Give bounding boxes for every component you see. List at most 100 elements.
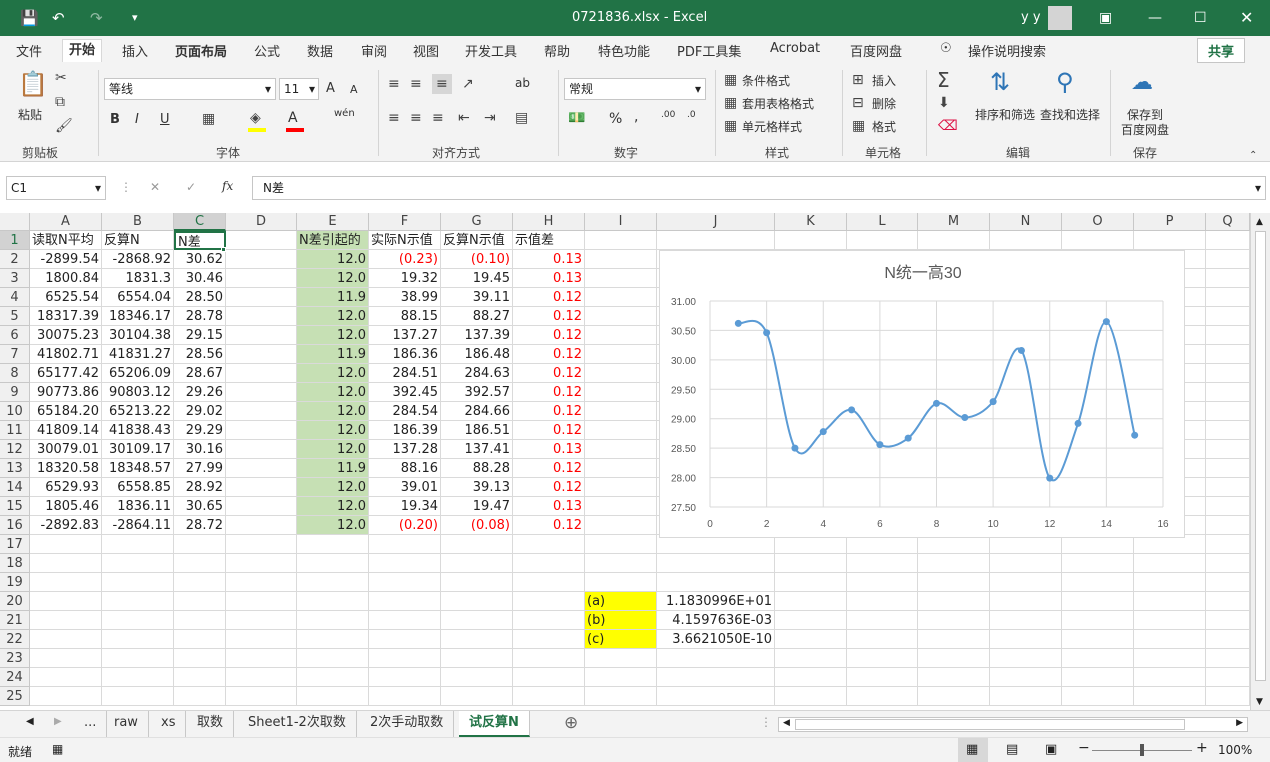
column-header-I[interactable]: I [585,213,657,231]
cell[interactable] [1206,269,1250,288]
cell[interactable]: -2864.11 [102,516,174,535]
cell[interactable]: -2892.83 [30,516,102,535]
cell[interactable] [1062,668,1134,687]
cell[interactable] [1206,326,1250,345]
coef-label[interactable]: (a) [585,592,657,611]
cell[interactable]: 30.65 [174,497,226,516]
coef-value[interactable]: 3.6621050E-10 [657,630,775,649]
decrease-indent-icon[interactable]: ⇤ [458,110,470,126]
cell-styles-button[interactable]: 单元格样式 [742,118,802,135]
column-header-G[interactable]: G [441,213,513,231]
cell[interactable]: 27.99 [174,459,226,478]
cell[interactable]: 6525.54 [30,288,102,307]
cell[interactable]: 0.12 [513,307,585,326]
cell[interactable] [513,611,585,630]
cell[interactable]: 88.28 [441,459,513,478]
cell[interactable]: 284.51 [369,364,441,383]
cell[interactable] [1206,554,1250,573]
cell[interactable] [297,611,369,630]
cell[interactable] [1206,535,1250,554]
cell[interactable]: (0.10) [441,250,513,269]
cell[interactable] [226,497,297,516]
cell[interactable]: 19.45 [441,269,513,288]
row-header-17[interactable]: 17 [0,535,30,554]
cell[interactable]: 12.0 [297,516,369,535]
cell[interactable] [990,554,1062,573]
cell[interactable] [585,421,657,440]
cell[interactable] [102,649,174,668]
cell[interactable]: 12.0 [297,440,369,459]
cell[interactable]: 0.13 [513,269,585,288]
cell[interactable]: 90773.86 [30,383,102,402]
cell[interactable] [775,592,847,611]
cell[interactable] [30,630,102,649]
cell[interactable]: 29.26 [174,383,226,402]
cell[interactable] [226,326,297,345]
align-center-icon[interactable]: ≡ [410,110,422,126]
cell[interactable]: 38.99 [369,288,441,307]
cell[interactable] [297,573,369,592]
cell[interactable]: 11.9 [297,288,369,307]
row-header-7[interactable]: 7 [0,345,30,364]
cell[interactable]: 30079.01 [30,440,102,459]
header-cell[interactable]: 示值差 [513,231,585,250]
horizontal-scroll-thumb[interactable] [795,719,1185,730]
cell[interactable]: 12.0 [297,364,369,383]
cell[interactable]: 0.12 [513,326,585,345]
cell[interactable] [226,592,297,611]
cell[interactable] [1062,649,1134,668]
cell[interactable] [1134,687,1206,706]
font-size-select[interactable]: 11 ▾ [279,78,319,100]
cell[interactable]: 0.12 [513,402,585,421]
cell[interactable] [174,630,226,649]
row-header-6[interactable]: 6 [0,326,30,345]
zoom-in-icon[interactable]: + [1196,740,1208,756]
cell[interactable] [102,630,174,649]
cell[interactable] [585,516,657,535]
cell[interactable] [369,687,441,706]
cell[interactable]: 186.48 [441,345,513,364]
cell[interactable]: 29.02 [174,402,226,421]
cell[interactable] [990,649,1062,668]
cell[interactable] [585,478,657,497]
cell[interactable] [847,630,918,649]
cell[interactable] [918,630,990,649]
find-select-button[interactable]: 查找和选择 [1040,106,1100,123]
sheet-tab-4[interactable]: Sheet1-2次取数 [238,711,357,737]
cell[interactable] [585,497,657,516]
cell[interactable] [513,668,585,687]
cell[interactable]: 18317.39 [30,307,102,326]
increase-decimal-icon[interactable]: .00 [661,110,675,120]
cell[interactable]: 1805.46 [30,497,102,516]
align-bottom-icon[interactable]: ≡ [432,74,452,94]
cell[interactable] [847,554,918,573]
accessibility-icon[interactable]: ▦ [52,742,63,756]
cell[interactable]: 12.0 [297,326,369,345]
cell[interactable] [102,687,174,706]
cell[interactable] [30,554,102,573]
header-cell[interactable]: 读取N平均 [30,231,102,250]
cell[interactable] [847,231,918,250]
cell[interactable] [1134,611,1206,630]
cell[interactable]: 0.13 [513,250,585,269]
fill-icon[interactable]: ⬇ [938,95,950,111]
cell[interactable] [990,573,1062,592]
cell[interactable] [1062,592,1134,611]
column-header-J[interactable]: J [657,213,775,231]
row-header-12[interactable]: 12 [0,440,30,459]
menu-8[interactable]: 开发工具 [465,41,517,60]
cell[interactable] [174,554,226,573]
menu-6[interactable]: 审阅 [361,41,387,60]
cell[interactable] [226,345,297,364]
cell[interactable]: 30.62 [174,250,226,269]
cell[interactable] [585,250,657,269]
cell[interactable] [1206,516,1250,535]
cell[interactable]: 28.67 [174,364,226,383]
row-header-1[interactable]: 1 [0,231,30,250]
cell[interactable] [775,231,847,250]
cell[interactable] [585,535,657,554]
vertical-scroll-thumb[interactable] [1255,231,1266,681]
cell[interactable] [513,535,585,554]
column-header-E[interactable]: E [297,213,369,231]
cell[interactable]: 30104.38 [102,326,174,345]
